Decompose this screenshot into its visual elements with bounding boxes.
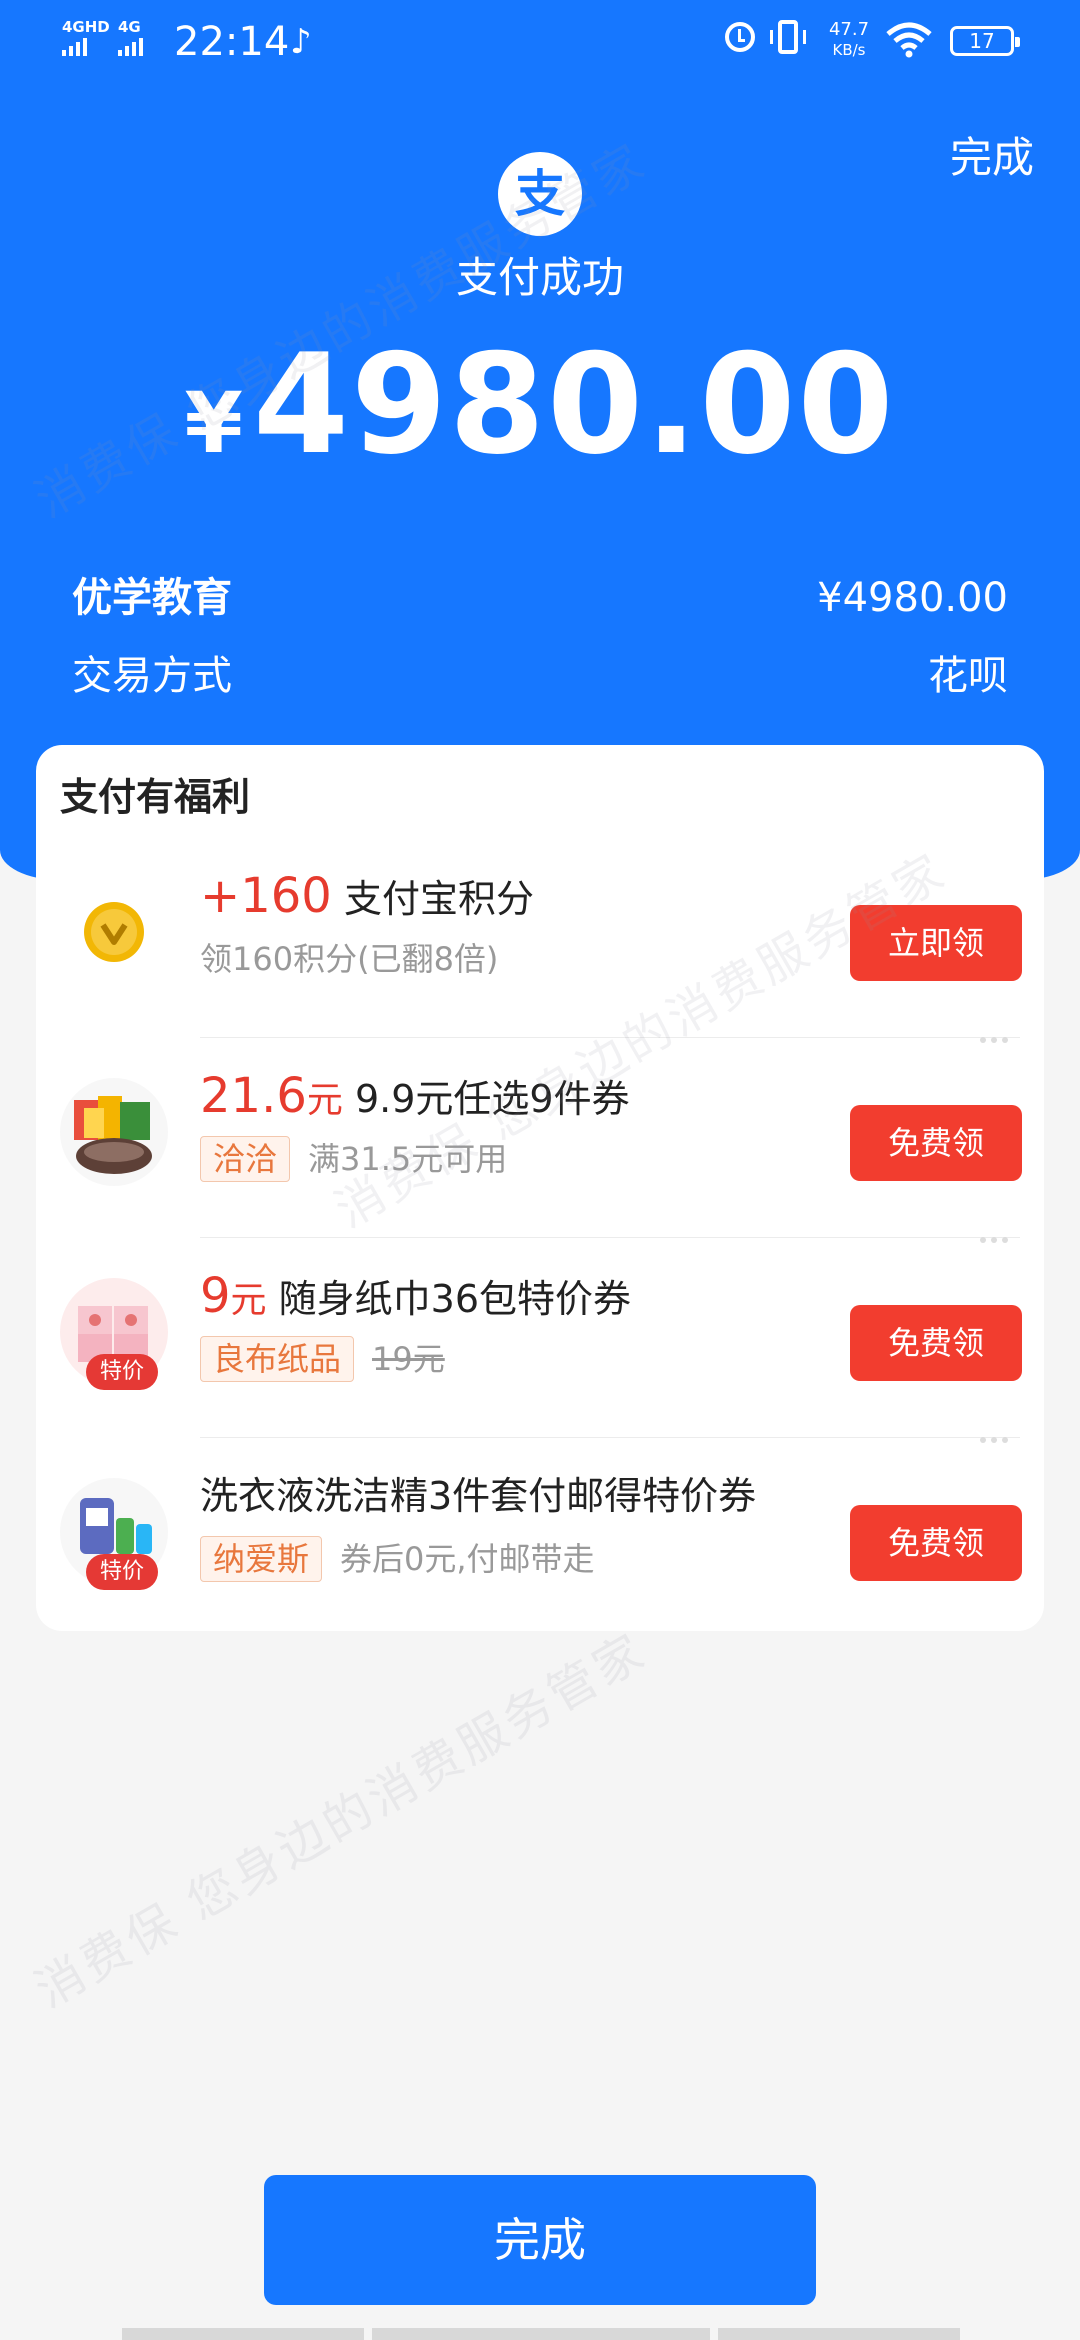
alarm-icon [725, 22, 755, 52]
currency-symbol: ¥ [184, 374, 243, 472]
nav-bar-segment [372, 2328, 710, 2340]
original-price: 19元 [372, 1340, 445, 1378]
network-speed-unit: KB/s [832, 41, 866, 59]
special-price-badge: 特价 [86, 1354, 158, 1390]
benefit-title: 随身纸巾36包特价券 [278, 1277, 632, 1321]
benefit-item: 21.6元 9.9元任选9件券 洽洽 满31.5元可用 免费领 [36, 1038, 1044, 1243]
benefit-item: 特价 9元 随身纸巾36包特价券 良布纸品 19元 免费领 [36, 1238, 1044, 1443]
benefit-subline: 洽洽 满31.5元可用 [200, 1136, 507, 1182]
benefit-highlight: +160 [200, 868, 332, 924]
benefit-desc: 券后0元,付邮带走 [340, 1540, 595, 1578]
nav-bar-segment [718, 2328, 960, 2340]
alipay-logo-icon: 支 [498, 152, 582, 236]
top-done-button[interactable]: 完成 [950, 130, 1034, 186]
brand-badge: 纳爱斯 [200, 1536, 323, 1582]
benefit-desc: 领160积分(已翻8倍) [200, 940, 499, 978]
brand-badge: 良布纸品 [200, 1336, 355, 1382]
signal-type-label: 4GHD [62, 18, 110, 36]
benefit-desc: 满31.5元可用 [308, 1140, 508, 1178]
signal-strength-icon [62, 38, 87, 56]
benefit-item: +160 支付宝积分 领160积分(已翻8倍) 立即领 [36, 838, 1044, 1043]
battery-icon: 17 [950, 26, 1020, 56]
benefit-title: 支付宝积分 [343, 877, 534, 921]
clock: 22:14 [174, 19, 290, 65]
wifi-icon [886, 22, 932, 58]
benefit-unit: 元 [230, 1280, 267, 1321]
benefit-subline: 领160积分(已翻8倍) [200, 936, 498, 982]
signal-type-label-2: 4G [118, 18, 141, 36]
status-bar: 4GHD 4G 22:14 ♪ 47.7 KB/s 17 [0, 0, 1080, 84]
benefit-subline: 良布纸品 19元 [200, 1336, 445, 1382]
benefit-item: 特价 洗衣液洗洁精3件套付邮得特价券 纳爱斯 券后0元,付邮带走 免费领 [36, 1438, 1044, 1638]
benefits-title: 支付有福利 [60, 775, 251, 819]
points-coin-icon [60, 878, 168, 986]
amount-value: 4980.00 [252, 324, 896, 485]
network-speed-value: 47.7 [828, 19, 870, 40]
benefit-headline: 洗衣液洗洁精3件套付邮得特价券 [200, 1466, 756, 1526]
signal-strength-icon-2 [118, 38, 143, 56]
special-price-badge: 特价 [86, 1554, 158, 1590]
watermark: 消费保 您身边的消费服务管家 [26, 1622, 657, 2019]
payment-method-label: 交易方式 [72, 653, 232, 699]
benefit-headline: +160 支付宝积分 [200, 866, 534, 929]
brand-badge: 洽洽 [200, 1136, 291, 1182]
benefit-headline: 9元 随身纸巾36包特价券 [200, 1266, 631, 1331]
network-speed: 47.7 KB/s [824, 20, 874, 60]
benefit-title: 洗衣液洗洁精3件套付邮得特价券 [200, 1474, 757, 1518]
benefit-subline: 纳爱斯 券后0元,付邮带走 [200, 1536, 595, 1582]
benefits-card: 支付有福利 +160 支付宝积分 领160积分(已翻8倍) 立即领 21.6元 … [36, 745, 1044, 1631]
merchant-amount: ¥4980.00 [817, 575, 1008, 621]
payment-method-value: 花呗 [928, 653, 1008, 699]
claim-coupon-button[interactable]: 免费领 [850, 1305, 1022, 1381]
done-button[interactable]: 完成 [264, 2175, 816, 2305]
claim-coupon-button[interactable]: 免费领 [850, 1105, 1022, 1181]
benefit-highlight: 21.6 [200, 1068, 307, 1124]
payment-amount: ¥4980.00 [0, 330, 1080, 522]
benefit-highlight: 9 [200, 1268, 231, 1324]
nav-bar-segment [122, 2328, 364, 2340]
benefit-unit: 元 [306, 1080, 343, 1121]
payment-status-title: 支付成功 [455, 253, 624, 302]
tiktok-icon: ♪ [290, 22, 312, 62]
benefit-headline: 21.6元 9.9元任选9件券 [200, 1066, 630, 1131]
snack-product-image [60, 1078, 168, 1186]
vibrate-icon [770, 20, 806, 54]
merchant-name: 优学教育 [72, 575, 232, 621]
claim-points-button[interactable]: 立即领 [850, 905, 1022, 981]
more-icon[interactable] [980, 1028, 1020, 1043]
claim-coupon-button[interactable]: 免费领 [850, 1505, 1022, 1581]
more-icon[interactable] [980, 1228, 1020, 1243]
more-icon[interactable] [980, 1428, 1020, 1443]
benefit-title: 9.9元任选9件券 [354, 1077, 630, 1121]
